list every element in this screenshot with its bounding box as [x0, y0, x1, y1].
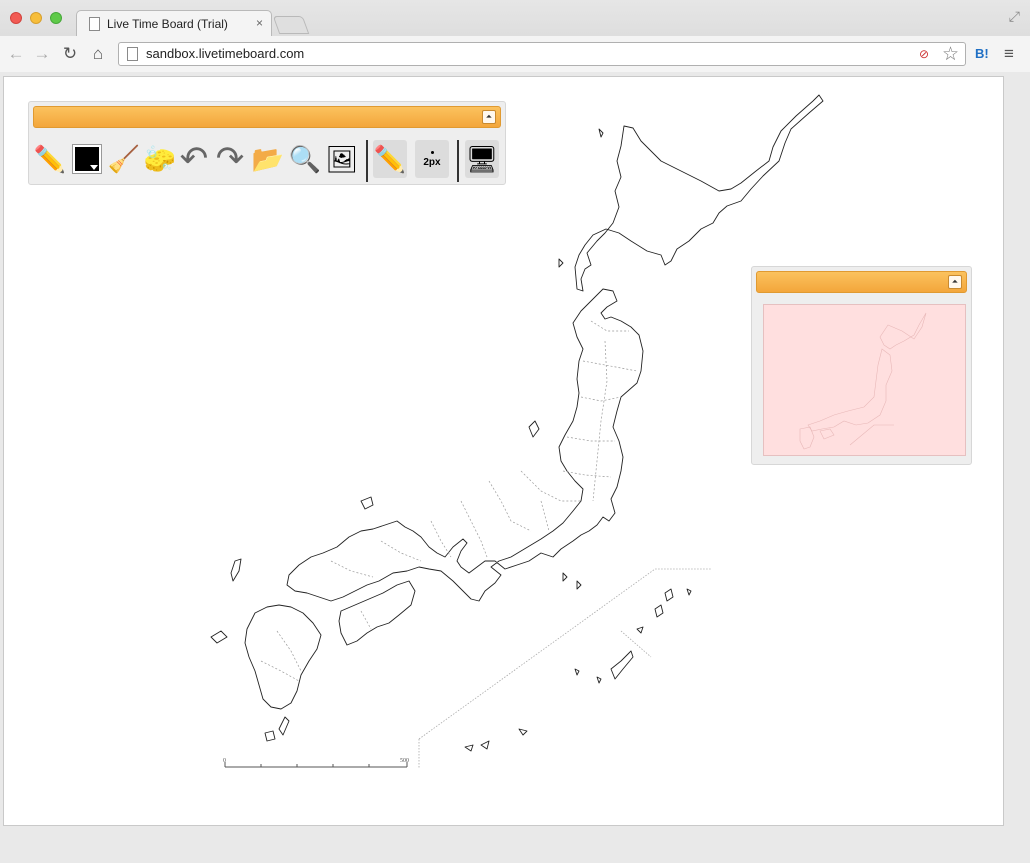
home-icon[interactable]: ⌂	[88, 44, 108, 64]
stroke-size-button[interactable]: 2px	[415, 140, 449, 178]
tanegashima-island	[278, 716, 290, 736]
page-icon	[89, 17, 100, 31]
browser-tab[interactable]: Live Time Board (Trial) ×	[76, 10, 272, 36]
pencil-tool-button[interactable]: ✏️	[33, 140, 67, 178]
color-swatch	[73, 145, 101, 173]
okinawa-island-6	[596, 676, 602, 684]
sado-island	[528, 420, 540, 438]
address-bar[interactable]: sandbox.livetimeboard.com ⊘ ☆	[118, 42, 966, 66]
tools-panel[interactable]: ⏶ ✏️ 🧹 🧽 ↶ ↷ 📂 🔍 🖼 ✏️ 2px 🖥	[28, 101, 506, 185]
pencil-icon: ✏️	[33, 144, 67, 174]
izu-island-2	[576, 580, 582, 590]
yakushima-island	[264, 730, 276, 742]
collapse-icon[interactable]: ⏶	[948, 275, 962, 289]
new-tab-button[interactable]	[272, 16, 310, 34]
zoom-button[interactable]: 🔍	[288, 140, 322, 178]
minimap-panel[interactable]: ⏶	[751, 266, 972, 465]
kyushu-outline	[244, 604, 322, 710]
extension-icon[interactable]: ⊘	[919, 47, 935, 61]
pen-mode-button[interactable]: ✏️	[373, 140, 407, 178]
clear-tool-button[interactable]: 🧹	[107, 140, 141, 178]
broom-icon: 🧹	[107, 144, 141, 174]
okinawa-island-4	[518, 728, 528, 736]
okinawa-island-1	[610, 650, 634, 680]
toolbar-separator	[366, 140, 368, 182]
okinawa-island-2	[464, 744, 474, 752]
honshu-outline	[286, 288, 644, 602]
window-close-button[interactable]	[10, 12, 22, 24]
redo-button[interactable]: ↷	[213, 140, 247, 178]
forward-icon[interactable]: →	[32, 44, 52, 64]
open-file-button[interactable]: 📂	[251, 140, 285, 178]
rebun-island	[598, 128, 604, 138]
image-button[interactable]: 🖼	[325, 140, 359, 178]
ogasawara-island-4	[636, 626, 644, 634]
back-icon[interactable]: ←	[6, 44, 26, 64]
minimap-panel-header[interactable]: ⏶	[756, 271, 967, 293]
ogasawara-island-3	[686, 588, 692, 596]
eraser-icon: 🧽	[143, 144, 177, 174]
collapse-icon[interactable]: ⏶	[482, 110, 496, 124]
minimap-japan	[799, 312, 927, 450]
reload-icon[interactable]: ↻	[60, 44, 80, 64]
scale-end-label: 500	[400, 758, 409, 764]
scale-start-label: 0	[223, 758, 226, 764]
page-icon	[127, 47, 138, 61]
pencil-icon: ✏️	[373, 144, 407, 174]
menu-icon[interactable]: ≡	[1004, 44, 1014, 64]
toolbar-separator	[457, 140, 459, 182]
minimap-view[interactable]	[763, 304, 966, 456]
tools-panel-header[interactable]: ⏶	[33, 106, 501, 128]
browser-chrome: Live Time Board (Trial) × ⤢ ← → ↻ ⌂ sand…	[0, 0, 1030, 72]
hokkaido-outline	[574, 94, 824, 292]
redo-icon: ↷	[215, 140, 245, 178]
goto-island	[210, 630, 228, 644]
okinawa-island-5	[574, 668, 580, 676]
color-picker-button[interactable]	[70, 140, 104, 178]
window-minimize-button[interactable]	[30, 12, 42, 24]
fullscreen-icon[interactable]: ⤢	[1009, 8, 1020, 25]
shikoku-outline	[338, 580, 416, 646]
ogasawara-island-1	[654, 604, 664, 618]
izu-island-1	[562, 572, 568, 582]
bookmark-star-icon[interactable]: ☆	[942, 43, 959, 66]
eraser-tool-button[interactable]: 🧽	[143, 140, 177, 178]
tsushima-island	[230, 558, 242, 582]
image-icon: 🖼	[325, 144, 359, 174]
small-island	[360, 496, 374, 510]
okinawa-island-3	[480, 740, 490, 750]
undo-icon: ↶	[179, 140, 209, 178]
ogasawara-island-2	[664, 588, 674, 602]
monitor-icon: 🖥	[465, 144, 499, 174]
window-maximize-button[interactable]	[50, 12, 62, 24]
hatena-bookmark-icon[interactable]: B!	[975, 46, 989, 61]
folder-icon: 📂	[251, 144, 285, 174]
url-text[interactable]: sandbox.livetimeboard.com	[146, 46, 304, 61]
tab-close-icon[interactable]: ×	[256, 16, 263, 30]
tab-title: Live Time Board (Trial)	[107, 17, 228, 31]
browser-toolbar: ← → ↻ ⌂ sandbox.livetimeboard.com ⊘ ☆ B!…	[0, 36, 1030, 72]
stroke-size-dot	[430, 150, 434, 154]
export-screen-button[interactable]: 🖥	[465, 140, 499, 178]
stroke-size-label: 2px	[423, 156, 441, 168]
undo-button[interactable]: ↶	[177, 140, 211, 178]
magnifier-icon: 🔍	[288, 144, 322, 174]
okushiri-island	[558, 258, 564, 268]
